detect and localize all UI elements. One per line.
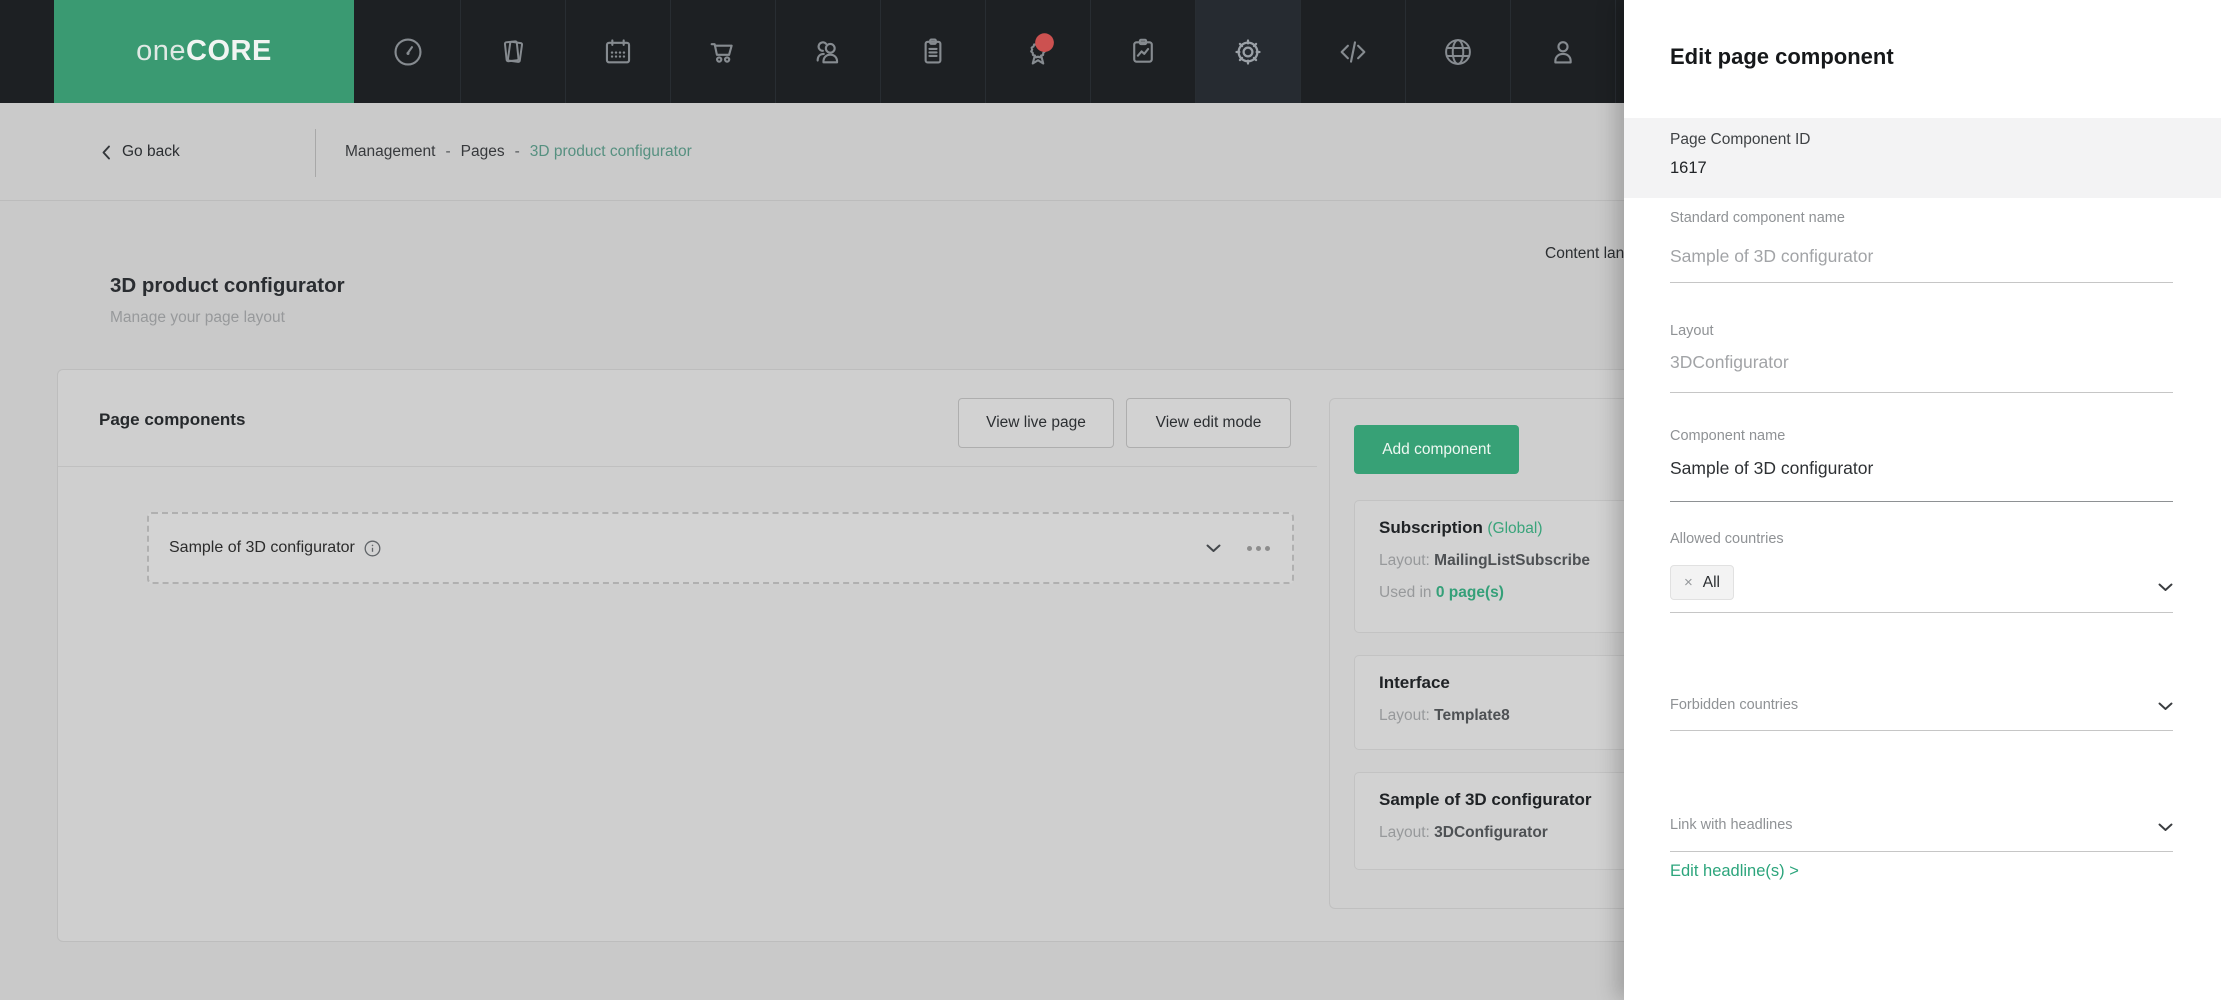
brand-logo[interactable]: one CORE	[54, 0, 354, 103]
allowed-countries-chip[interactable]: × All	[1670, 565, 1734, 600]
nav-item-globe[interactable]	[1406, 0, 1511, 103]
layout-value: Template8	[1434, 707, 1510, 724]
go-back-button[interactable]: Go back	[102, 103, 180, 201]
allowed-countries-label: Allowed countries	[1670, 531, 1784, 547]
breadcrumb-separator: -	[445, 143, 451, 160]
forbidden-countries-chevron-icon[interactable]	[2158, 702, 2173, 711]
speedometer-icon	[394, 37, 422, 66]
layout-value: MailingListSubscribe	[1434, 552, 1591, 569]
page-component-id-value: 1617	[1670, 159, 1707, 177]
notification-dot	[1035, 32, 1054, 52]
layout-field-value: 3DConfigurator	[1670, 352, 1789, 372]
used-in-label: Used in	[1379, 584, 1432, 601]
more-menu-icon[interactable]	[1247, 545, 1270, 551]
chip-remove-icon[interactable]: ×	[1684, 575, 1693, 590]
nav-item-dashboard[interactable]	[356, 0, 461, 103]
link-headlines-label[interactable]: Link with headlines	[1670, 817, 2173, 833]
global-badge: (Global)	[1487, 520, 1543, 537]
card-title: Page components	[99, 410, 246, 429]
components-sidebar: Add component Subscription (Global) Layo…	[1329, 398, 1669, 909]
page-component-id-section: Page Component ID 1617	[1624, 118, 2221, 198]
page-subtitle: Manage your page layout	[110, 309, 285, 326]
forbidden-countries-underline[interactable]	[1670, 730, 2173, 731]
component-card-sample[interactable]: Sample of 3D configurator Layout: 3DConf…	[1354, 772, 1654, 870]
chevron-left-icon	[102, 145, 110, 159]
nav-item-account[interactable]	[1511, 0, 1616, 103]
pages-icon	[503, 39, 524, 63]
breadcrumb-item-pages[interactable]: Pages	[461, 143, 505, 161]
nav-item-users[interactable]	[776, 0, 881, 103]
component-card-subscription[interactable]: Subscription (Global) Layout: MailingLis…	[1354, 500, 1654, 633]
component-card-title: Interface	[1379, 673, 1450, 692]
content-language-label: Content lan	[1545, 245, 1624, 262]
edit-headlines-link[interactable]: Edit headline(s) >	[1670, 862, 1799, 881]
card-header-divider	[58, 466, 1317, 467]
info-icon[interactable]	[364, 540, 381, 557]
view-edit-mode-button[interactable]: View edit mode	[1126, 398, 1291, 448]
edit-component-panel: Edit page component Page Component ID 16…	[1624, 0, 2221, 1000]
layout-field-label: Layout	[1670, 323, 1714, 339]
allowed-countries-chevron-icon[interactable]	[2158, 583, 2173, 592]
cart-icon	[710, 42, 733, 63]
calendar-icon	[605, 38, 631, 63]
link-headlines-chevron-icon[interactable]	[2158, 823, 2173, 832]
component-row[interactable]: Sample of 3D configurator	[147, 512, 1294, 584]
component-card-title: Sample of 3D configurator	[1379, 790, 1592, 809]
forbidden-countries-label[interactable]: Forbidden countries	[1670, 697, 2173, 713]
users-icon	[816, 40, 839, 63]
nav-item-code[interactable]	[1301, 0, 1406, 103]
nav-item-orders[interactable]	[881, 0, 986, 103]
page-components-card: Page components View live page View edit…	[57, 369, 1700, 942]
layout-label: Layout:	[1379, 707, 1430, 724]
clipboard-list-icon	[924, 37, 942, 64]
chevron-down-icon[interactable]	[1206, 544, 1221, 553]
nav-item-calendar[interactable]	[566, 0, 671, 103]
breadcrumb-separator: -	[514, 143, 520, 160]
nav-item-settings[interactable]	[1196, 0, 1301, 103]
panel-title: Edit page component	[1670, 44, 1894, 69]
add-component-button[interactable]: Add component	[1354, 425, 1519, 474]
globe-icon	[1445, 38, 1471, 65]
account-icon	[1554, 40, 1572, 64]
component-row-label: Sample of 3D configurator	[169, 539, 355, 556]
page-component-id-label: Page Component ID	[1670, 131, 1811, 148]
chip-label: All	[1702, 573, 1720, 591]
component-name-label: Component name	[1670, 428, 1786, 444]
award-badge-icon	[1030, 32, 1054, 65]
component-card-title: Subscription	[1379, 518, 1483, 537]
go-back-label: Go back	[122, 143, 180, 160]
logo-text-one: one	[136, 35, 187, 67]
standard-name-underline	[1670, 282, 2173, 283]
component-name-input[interactable]	[1670, 458, 2173, 479]
component-name-underline	[1670, 501, 2173, 502]
nav-item-pages[interactable]	[461, 0, 566, 103]
gear-icon	[1235, 38, 1261, 65]
nav-item-shop[interactable]	[671, 0, 776, 103]
component-card-interface[interactable]: Interface Layout: Template8	[1354, 655, 1654, 750]
breadcrumb-item-current: 3D product configurator	[529, 143, 692, 160]
code-icon	[1340, 40, 1366, 63]
logo-text-core: CORE	[186, 35, 272, 67]
nav-item-awards[interactable]	[986, 0, 1091, 103]
standard-name-label: Standard component name	[1670, 210, 1845, 226]
app-root: one CORE Go back Management - Pages - 3D…	[0, 0, 2221, 1000]
standard-name-value: Sample of 3D configurator	[1670, 246, 1874, 266]
breadcrumb: Management - Pages - 3D product configur…	[345, 103, 692, 201]
page-title: 3D product configurator	[110, 274, 345, 297]
allowed-countries-underline[interactable]	[1670, 612, 2173, 613]
breadcrumb-divider	[315, 129, 316, 177]
report-chart-icon	[1133, 38, 1153, 63]
link-headlines-underline[interactable]	[1670, 851, 2173, 852]
breadcrumb-item-management[interactable]: Management	[345, 143, 435, 161]
view-live-page-button[interactable]: View live page	[958, 398, 1114, 448]
layout-label: Layout:	[1379, 552, 1430, 569]
used-pages-link[interactable]: 0 page(s)	[1436, 584, 1504, 601]
row-actions	[1206, 514, 1270, 582]
nav-item-reports[interactable]	[1091, 0, 1196, 103]
layout-underline	[1670, 392, 2173, 393]
layout-label: Layout:	[1379, 824, 1430, 841]
layout-value: 3DConfigurator	[1434, 824, 1548, 841]
